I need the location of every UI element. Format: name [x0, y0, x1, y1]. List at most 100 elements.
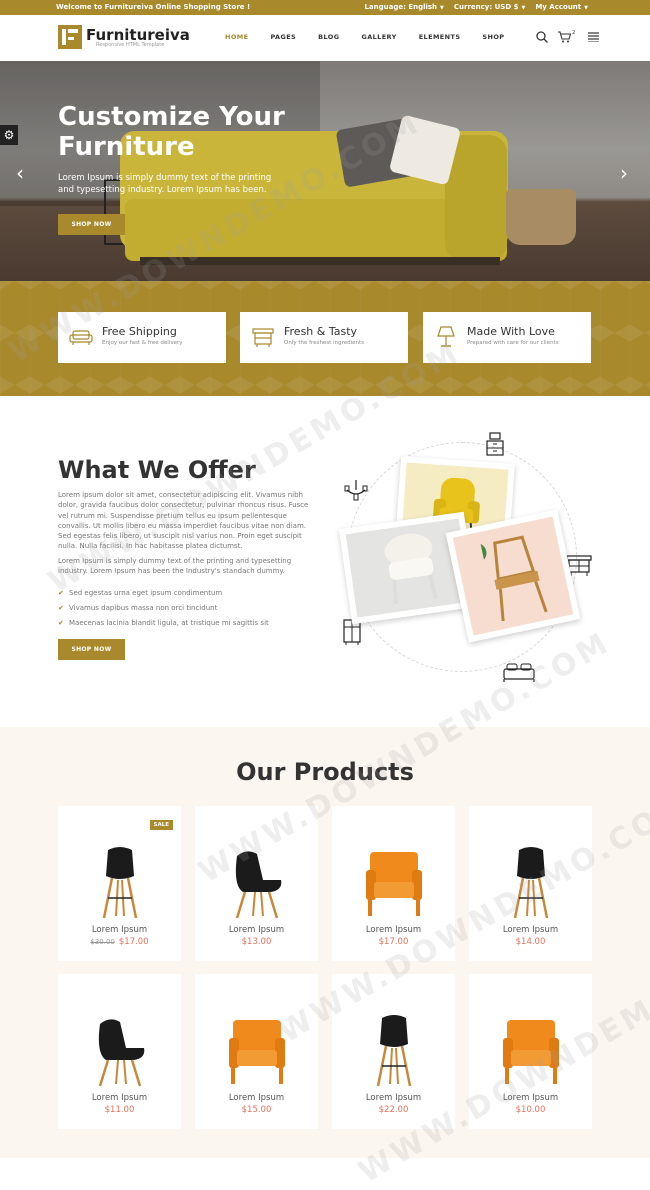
account-label: My Account [535, 3, 582, 11]
caret-down-icon: ▼ [440, 5, 444, 11]
feature-subtitle: Enjoy our fast & free delivery [102, 340, 183, 346]
offer-title: What We Offer [58, 456, 256, 484]
bullet-text: Sed egestas urna eget ipsum condimentum [69, 588, 223, 597]
bullet-text: Maecenas lacinia blandit ligula, at tris… [69, 618, 269, 627]
feature-subtitle: Only the freshest ingredients [284, 340, 365, 346]
logo-icon[interactable] [58, 25, 82, 49]
old-price: $30.00 [90, 938, 115, 946]
nav-pages[interactable]: PAGES [270, 33, 296, 41]
search-icon[interactable] [536, 31, 548, 43]
chandelier-icon [344, 480, 368, 501]
chair-image[interactable] [362, 1014, 426, 1088]
hero-shop-now-button[interactable]: SHOP NOW [58, 214, 125, 235]
caret-down-icon: ▼ [521, 5, 526, 11]
chair-image[interactable] [225, 846, 289, 920]
sale-badge: SALE [149, 820, 173, 830]
product-price: $11.00 [58, 1105, 181, 1115]
product-price: $14.00 [469, 937, 592, 947]
features-band: Free Shipping Enjoy our fast & free deli… [0, 281, 650, 396]
product-price: $17.00 [332, 937, 455, 947]
current-price: $13.00 [241, 937, 272, 947]
product-name[interactable]: Lorem Ipsum [195, 1093, 318, 1103]
currency-label: Currency: USD $ [453, 3, 519, 11]
cart-icon [558, 31, 571, 43]
list-item: ✔ Maecenas lacinia blandit ligula, at tri… [58, 615, 269, 630]
feature-title: Made With Love [467, 325, 555, 338]
product-name[interactable]: Lorem Ipsum [332, 1093, 455, 1103]
chair-image[interactable] [225, 1014, 289, 1088]
product-card[interactable]: Lorem Ipsum $22.00 [332, 974, 455, 1129]
current-price: $15.00 [241, 1105, 272, 1115]
nav-home[interactable]: HOME [225, 33, 248, 41]
current-price: $17.00 [118, 937, 149, 947]
chair-image [384, 533, 438, 605]
products-title: Our Products [236, 758, 414, 786]
feature-title: Fresh & Tasty [284, 325, 358, 338]
current-price: $11.00 [104, 1105, 135, 1115]
drawer-icon [252, 328, 274, 347]
cart-button[interactable]: 2 [558, 30, 578, 43]
current-price: $22.00 [378, 1105, 409, 1115]
hero-text: Lorem Ipsum is simply dummy text of the … [58, 173, 272, 195]
current-price: $17.00 [378, 937, 409, 947]
products-section: Our Products SALE Lorem Ipsum $30.00 $17.00… [0, 727, 650, 1158]
rattan-chair-photo [445, 509, 581, 643]
bullet-text: Vivamus dapibus massa non orci tincidunt [69, 603, 218, 612]
feature-subtitle: Prepared with care for our clients [467, 340, 559, 346]
list-item: ✔ Sed egestas urna eget ipsum condimentum [58, 585, 269, 600]
current-price: $10.00 [515, 1105, 546, 1115]
product-card[interactable]: Lorem Ipsum $15.00 [195, 974, 318, 1129]
chevron-right-icon[interactable]: › [620, 161, 628, 185]
product-name[interactable]: Lorem Ipsum [58, 1093, 181, 1103]
cabinet-icon [486, 432, 504, 456]
chair-image[interactable] [499, 846, 563, 920]
product-name[interactable]: Lorem Ipsum [195, 925, 318, 935]
nav-gallery[interactable]: GALLERY [361, 33, 396, 41]
offer-paragraph: Lorem Ipsum is simply dummy text of the … [58, 557, 292, 576]
main-nav: HOME PAGES BLOG GALLERY ELEMENTS SHOP [225, 33, 504, 41]
sofa-base [140, 257, 500, 265]
feature-title: Free Shipping [102, 325, 177, 338]
nav-blog[interactable]: BLOG [318, 33, 339, 41]
bed-icon [503, 663, 535, 682]
chair-image[interactable] [362, 846, 426, 920]
feature-card: Made With Love Prepared with care for ou… [423, 312, 591, 363]
nav-elements[interactable]: ELEMENTS [419, 33, 461, 41]
header-icons: 2 [536, 30, 599, 43]
chair-image[interactable] [88, 846, 152, 920]
product-name[interactable]: Lorem Ipsum [469, 1093, 592, 1103]
product-card[interactable]: Lorem Ipsum $17.00 [332, 806, 455, 961]
product-card[interactable]: Lorem Ipsum $13.00 [195, 806, 318, 961]
chevron-left-icon[interactable]: ‹ [16, 161, 24, 185]
welcome-text: Welcome to Furnitureiva Online Shopping … [56, 3, 251, 11]
product-name[interactable]: Lorem Ipsum [332, 925, 455, 935]
currency-selector[interactable]: Currency: USD $ ▼ [454, 3, 525, 11]
product-price: $30.00 $17.00 [58, 937, 181, 947]
feature-card: Free Shipping Enjoy our fast & free deli… [58, 312, 226, 363]
product-price: $22.00 [332, 1105, 455, 1115]
product-card[interactable]: SALE Lorem Ipsum $30.00 $17.00 [58, 806, 181, 961]
hero-slider: Customize Your Furniture Lorem Ipsum is … [0, 61, 650, 281]
product-card[interactable]: Lorem Ipsum $10.00 [469, 974, 592, 1129]
language-selector[interactable]: Language: English ▼ [364, 3, 443, 11]
gear-icon[interactable]: ⚙ [0, 125, 18, 145]
rattan-chair-image [480, 535, 548, 622]
product-price: $13.00 [195, 937, 318, 947]
offer-shop-now-button[interactable]: SHOP NOW [58, 639, 125, 660]
offer-bullets: ✔ Sed egestas urna eget ipsum condimentum… [58, 585, 269, 630]
product-card[interactable]: Lorem Ipsum $11.00 [58, 974, 181, 1129]
basket-image [506, 189, 576, 245]
product-name[interactable]: Lorem Ipsum [58, 925, 181, 935]
account-menu[interactable]: My Account ▼ [535, 3, 588, 11]
menu-icon[interactable] [588, 32, 599, 42]
caret-down-icon: ▼ [584, 5, 588, 11]
nav-shop[interactable]: SHOP [482, 33, 504, 41]
product-name[interactable]: Lorem Ipsum [469, 925, 592, 935]
product-card[interactable]: Lorem Ipsum $14.00 [469, 806, 592, 961]
language-label: Language: English [364, 3, 438, 11]
site-header: Furnitureiva Responsive HTML Template HO… [0, 15, 650, 61]
chair-image[interactable] [88, 1014, 152, 1088]
sofa-icon [69, 330, 93, 345]
check-icon: ✔ [58, 603, 64, 612]
chair-image[interactable] [499, 1014, 563, 1088]
